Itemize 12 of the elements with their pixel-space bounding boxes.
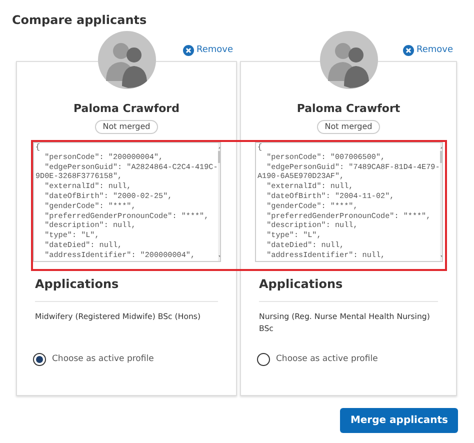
applicant-name: Paloma Crawford bbox=[74, 102, 180, 116]
merge-button[interactable]: Merge applicants bbox=[340, 408, 458, 433]
radio-label[interactable]: Choose as active profile bbox=[276, 353, 378, 366]
applicant-name: Paloma Crawfort bbox=[296, 102, 400, 116]
page-title: Compare applicants bbox=[12, 12, 147, 28]
remove-link[interactable]: Remove bbox=[183, 44, 233, 58]
remove-link[interactable]: Remove bbox=[403, 44, 453, 58]
applications-heading: Applications bbox=[35, 276, 119, 292]
status-badge: Not merged bbox=[94, 120, 158, 134]
status-badge: Not merged bbox=[316, 120, 380, 134]
applications-heading: Applications bbox=[259, 276, 343, 292]
radio-label[interactable]: Choose as active profile bbox=[52, 353, 154, 366]
